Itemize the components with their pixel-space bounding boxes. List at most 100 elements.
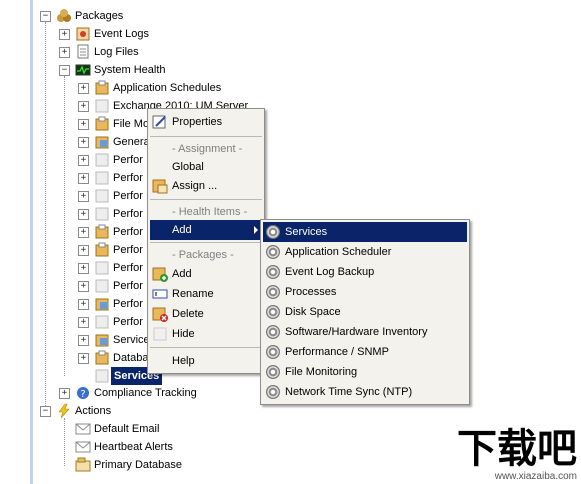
expand-toggle[interactable]: + bbox=[78, 245, 89, 256]
tree-label: Service bbox=[113, 334, 150, 346]
disabled-package-icon bbox=[94, 152, 110, 168]
tree-label: System Health bbox=[94, 64, 166, 76]
package-folder-icon bbox=[94, 80, 110, 96]
disabled-package-icon bbox=[94, 278, 110, 294]
log-files-icon bbox=[75, 44, 91, 60]
gear-icon bbox=[266, 325, 280, 339]
tree-label: Compliance Tracking bbox=[94, 387, 197, 399]
submenu-item-services[interactable]: Services bbox=[263, 222, 467, 242]
expand-toggle[interactable]: + bbox=[78, 353, 89, 364]
expand-toggle[interactable]: + bbox=[59, 47, 70, 58]
menu-separator bbox=[150, 199, 262, 200]
rename-icon bbox=[152, 286, 168, 302]
tree-label: Databa bbox=[113, 352, 149, 364]
expand-toggle[interactable]: + bbox=[78, 173, 89, 184]
package-grid-icon bbox=[94, 296, 110, 312]
expand-toggle[interactable]: + bbox=[78, 191, 89, 202]
expand-toggle[interactable]: + bbox=[78, 281, 89, 292]
expand-toggle[interactable]: + bbox=[78, 317, 89, 328]
expand-toggle[interactable]: + bbox=[78, 101, 89, 112]
tree-label: Perfor bbox=[113, 280, 143, 292]
submenu-item-processes[interactable]: Processes bbox=[263, 282, 467, 302]
tree-left-rail bbox=[30, 0, 33, 484]
submenu-item-performance-snmp[interactable]: Performance / SNMP bbox=[263, 342, 467, 362]
tree-label: Perfor bbox=[113, 190, 143, 202]
expand-toggle[interactable]: + bbox=[78, 299, 89, 310]
menu-item-delete[interactable]: Delete bbox=[150, 304, 262, 324]
submenu-arrow-icon bbox=[254, 226, 258, 234]
submenu-item-application-scheduler[interactable]: Application Scheduler bbox=[263, 242, 467, 262]
disabled-package-icon bbox=[94, 98, 110, 114]
menu-header-assignment: - Assignment - bbox=[172, 143, 243, 155]
expand-toggle[interactable]: + bbox=[78, 209, 89, 220]
properties-icon bbox=[152, 114, 168, 130]
tree-label: File Mo bbox=[113, 118, 150, 130]
menu-item-hide[interactable]: Hide bbox=[150, 324, 262, 344]
tree-label: Genera bbox=[113, 136, 150, 148]
expand-toggle[interactable]: + bbox=[59, 388, 70, 399]
submenu-item-disk-space[interactable]: Disk Space bbox=[263, 302, 467, 322]
event-log-icon bbox=[75, 26, 91, 42]
collapse-toggle[interactable]: − bbox=[40, 406, 51, 417]
tree-guide-line bbox=[64, 418, 65, 466]
expand-toggle[interactable]: + bbox=[78, 83, 89, 94]
disabled-package-icon bbox=[94, 170, 110, 186]
gear-icon bbox=[266, 225, 280, 239]
expand-toggle[interactable]: + bbox=[78, 335, 89, 346]
submenu-item-event-log-backup[interactable]: Event Log Backup bbox=[263, 262, 467, 282]
tree-guide-line bbox=[45, 22, 46, 412]
submenu-item-network-time-sync[interactable]: Network Time Sync (NTP) bbox=[263, 382, 467, 402]
tree-label: Perfor bbox=[113, 244, 143, 256]
gear-icon bbox=[266, 385, 280, 399]
package-grid-icon bbox=[94, 332, 110, 348]
package-folder-icon bbox=[94, 224, 110, 240]
tree-label: Perfor bbox=[113, 226, 143, 238]
expand-toggle[interactable]: + bbox=[78, 137, 89, 148]
menu-header-health-items: - Health Items - bbox=[172, 206, 248, 218]
submenu-item-software-hardware-inventory[interactable]: Software/Hardware Inventory bbox=[263, 322, 467, 342]
assign-icon bbox=[152, 178, 168, 194]
menu-item-add-package[interactable]: Add bbox=[150, 264, 262, 284]
menu-item-properties[interactable]: Properties bbox=[150, 112, 262, 132]
expand-toggle[interactable]: + bbox=[78, 119, 89, 130]
package-folder-icon bbox=[94, 242, 110, 258]
menu-item-help[interactable]: Help bbox=[150, 351, 262, 371]
submenu-item-file-monitoring[interactable]: File Monitoring bbox=[263, 362, 467, 382]
hide-icon bbox=[152, 326, 168, 342]
delete-icon bbox=[152, 306, 168, 322]
add-health-item-submenu: Services Application Scheduler Event Log… bbox=[260, 219, 470, 405]
compliance-icon: ? bbox=[75, 385, 91, 401]
tree-label: Event Logs bbox=[94, 28, 150, 40]
watermark: 下载吧 www.xiazaiba.com bbox=[457, 427, 577, 482]
tree-label: Perfor bbox=[113, 208, 143, 220]
tree-label: Perfor bbox=[113, 316, 143, 328]
collapse-toggle[interactable]: − bbox=[59, 65, 70, 76]
expand-toggle[interactable]: + bbox=[78, 155, 89, 166]
collapse-toggle[interactable]: − bbox=[40, 11, 51, 22]
menu-item-global[interactable]: Global bbox=[150, 157, 262, 177]
disabled-package-icon bbox=[94, 188, 110, 204]
disabled-package-icon bbox=[94, 206, 110, 222]
tree-label: Perfor bbox=[113, 154, 143, 166]
disabled-package-icon bbox=[94, 260, 110, 276]
tree-label: Log Files bbox=[94, 46, 139, 58]
menu-separator bbox=[150, 242, 262, 243]
packages-icon bbox=[56, 8, 72, 24]
menu-item-rename[interactable]: Rename bbox=[150, 284, 262, 304]
gear-icon bbox=[266, 285, 280, 299]
envelope-icon bbox=[75, 421, 91, 437]
context-menu: Properties - Assignment - Global Assign … bbox=[147, 108, 265, 374]
package-folder-icon bbox=[94, 350, 110, 366]
package-folder-icon bbox=[94, 116, 110, 132]
system-health-icon bbox=[75, 62, 91, 78]
expand-toggle[interactable]: + bbox=[78, 227, 89, 238]
expand-toggle[interactable]: + bbox=[59, 29, 70, 40]
menu-item-assign[interactable]: Assign ... bbox=[150, 176, 262, 196]
menu-item-add-health-item[interactable]: Add bbox=[150, 220, 262, 240]
watermark-logo: 下载吧 bbox=[457, 426, 577, 472]
tree-label: Heartbeat Alerts bbox=[94, 441, 173, 453]
gear-icon bbox=[266, 245, 280, 259]
tree-label: Packages bbox=[75, 10, 124, 22]
watermark-url: www.xiazaiba.com bbox=[494, 471, 577, 482]
expand-toggle[interactable]: + bbox=[78, 263, 89, 274]
